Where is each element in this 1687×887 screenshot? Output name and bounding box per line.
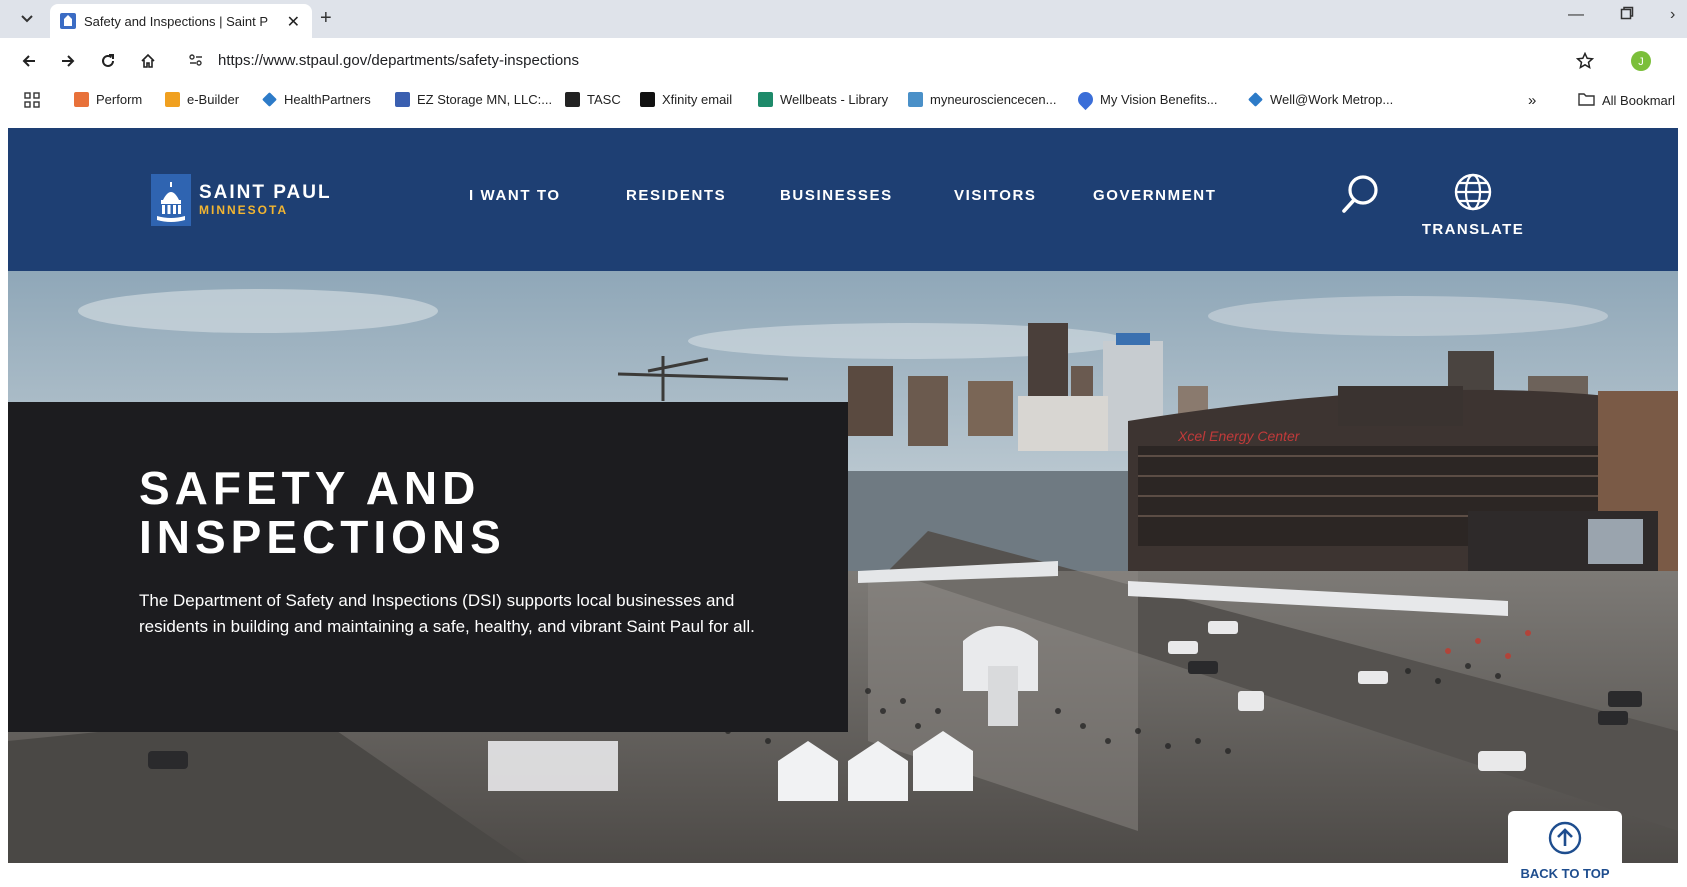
forward-arrow-icon[interactable]	[57, 50, 79, 72]
reload-icon[interactable]	[97, 50, 119, 72]
nav-businesses[interactable]: BUSINESSES	[780, 187, 893, 204]
browser-toolbar: https://www.stpaul.gov/departments/safet…	[0, 38, 1687, 82]
bookmark-e-builder[interactable]: e-Builder	[165, 92, 239, 107]
nav-i-want-to[interactable]: I WANT TO	[469, 187, 561, 204]
page-title-line-2: INSPECTIONS	[139, 511, 506, 563]
bookmark-wellbeats[interactable]: Wellbeats - Library	[758, 92, 888, 107]
bookmark-ez-storage[interactable]: EZ Storage MN, LLC:...	[395, 92, 552, 107]
nav-visitors[interactable]: VISITORS	[954, 187, 1037, 204]
saint-paul-logo[interactable]: SAINT PAUL MINNESOTA	[151, 174, 332, 226]
bookmark-xfinity-email[interactable]: Xfinity email	[640, 92, 732, 107]
page-title: SAFETY AND INSPECTIONS	[139, 464, 779, 562]
back-to-top-label: BACK TO TOP	[1520, 866, 1610, 881]
perform-icon	[74, 92, 89, 107]
tab-search-chevron-icon[interactable]	[14, 6, 40, 32]
profile-avatar[interactable]: J	[1630, 50, 1652, 72]
bookmarks-bar: Perform e-Builder HealthPartners EZ Stor…	[0, 82, 1687, 120]
well-at-work-icon	[1248, 92, 1263, 107]
capitol-dome-logo-icon	[151, 174, 191, 226]
healthpartners-icon	[262, 92, 277, 107]
translate-button[interactable]: TRANSLATE	[1418, 172, 1528, 242]
more-bookmarks-chevron-icon[interactable]: »	[1528, 92, 1536, 109]
site-favicon-icon	[60, 13, 76, 29]
active-tab[interactable]: Safety and Inspections | Saint P ✕	[50, 4, 312, 38]
restore-window-icon[interactable]	[1620, 6, 1634, 25]
site-header: SAINT PAUL MINNESOTA I WANT TO RESIDENTS…	[8, 128, 1678, 271]
myneuroscience-icon	[908, 92, 923, 107]
minimize-icon[interactable]: —	[1568, 6, 1584, 24]
page-title-line-1: SAFETY AND	[139, 462, 481, 514]
back-arrow-icon[interactable]	[18, 50, 40, 72]
arena-sign: Xcel Energy Center	[1177, 428, 1301, 444]
bookmark-star-icon[interactable]	[1574, 50, 1596, 72]
bookmark-myneuroscience[interactable]: myneurosciencecen...	[908, 92, 1056, 107]
hero-text-panel: SAFETY AND INSPECTIONS The Department of…	[8, 402, 848, 732]
nav-residents[interactable]: RESIDENTS	[626, 187, 726, 204]
hero-description: The Department of Safety and Inspections…	[139, 591, 755, 636]
tab-title: Safety and Inspections | Saint P	[84, 13, 269, 29]
close-window-icon[interactable]: ›	[1670, 6, 1675, 24]
hero-section: Xcel Energy Center SAFETY AND INSPECTION…	[8, 271, 1678, 863]
wellbeats-icon	[758, 92, 773, 107]
heart-icon	[1074, 88, 1097, 111]
all-bookmarks[interactable]: All Bookmarl	[1578, 92, 1675, 109]
logo-state-name: MINNESOTA	[199, 203, 289, 217]
svg-text:J: J	[1638, 56, 1644, 68]
globe-icon	[1453, 173, 1493, 216]
search-icon[interactable]	[1338, 172, 1382, 216]
home-icon[interactable]	[137, 50, 159, 72]
address-bar[interactable]: https://www.stpaul.gov/departments/safet…	[186, 44, 1606, 76]
translate-label: TRANSLATE	[1421, 221, 1525, 238]
bookmark-healthpartners[interactable]: HealthPartners	[262, 92, 371, 107]
ez-storage-icon	[395, 92, 410, 107]
new-tab-button[interactable]: +	[320, 7, 332, 30]
browser-tab-bar: Safety and Inspections | Saint P ✕ + — ›	[0, 0, 1687, 38]
bookmark-perform[interactable]: Perform	[74, 92, 142, 107]
back-to-top-button[interactable]: BACK TO TOP	[1508, 811, 1622, 887]
site-info-icon[interactable]	[188, 52, 204, 73]
arrow-up-circle-icon	[1508, 821, 1622, 860]
url-text: https://www.stpaul.gov/departments/safet…	[218, 51, 580, 69]
nav-government[interactable]: GOVERNMENT	[1093, 187, 1217, 204]
logo-city-name: SAINT PAUL	[199, 182, 332, 203]
close-tab-icon[interactable]: ✕	[287, 12, 300, 32]
bookmark-tasc[interactable]: TASC	[565, 92, 621, 107]
bookmark-my-vision[interactable]: My Vision Benefits...	[1074, 88, 1218, 111]
xfinity-x-icon	[640, 92, 655, 107]
folder-icon	[1578, 92, 1595, 109]
bookmark-well-at-work[interactable]: Well@Work Metrop...	[1248, 92, 1393, 107]
tasc-icon	[565, 92, 580, 107]
apps-grid-icon[interactable]	[24, 92, 40, 108]
e-builder-icon	[165, 92, 180, 107]
